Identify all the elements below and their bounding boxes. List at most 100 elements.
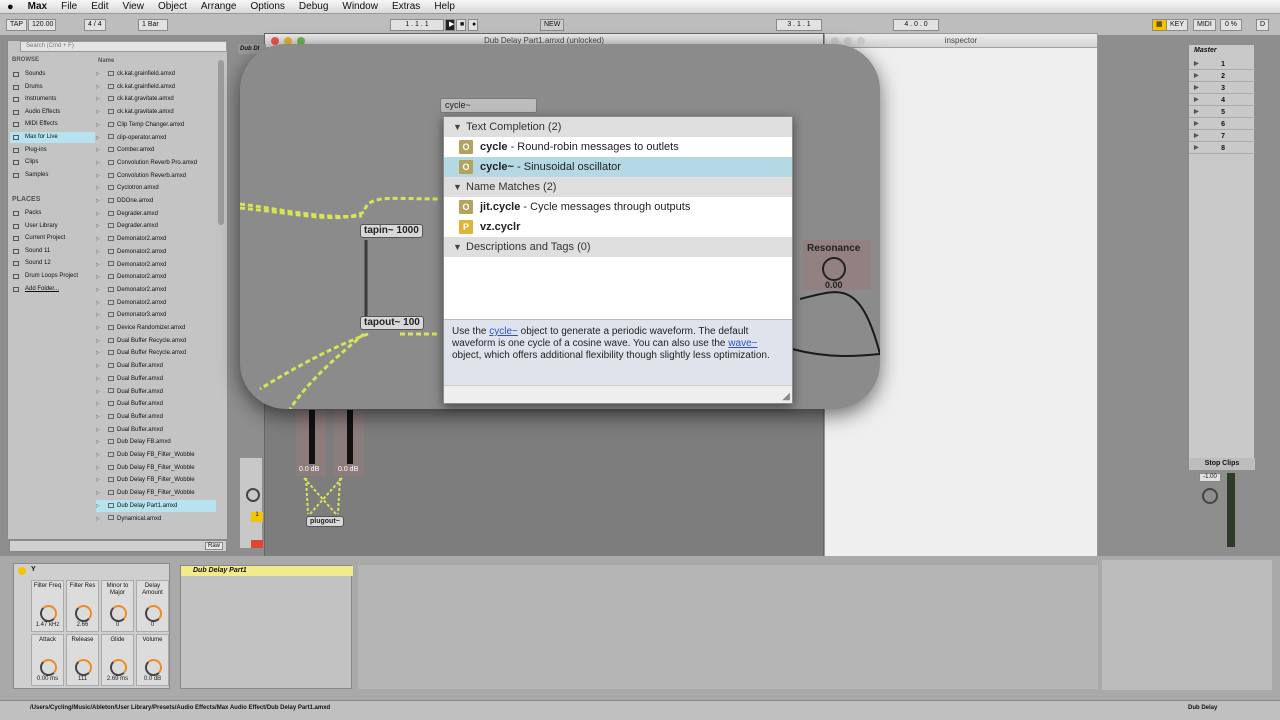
menu-extras[interactable]: Extras [385,1,427,12]
macro-knob[interactable] [110,659,127,676]
completion-cycle-tilde[interactable]: O cycle~ - Sinusoidal oscillator [444,157,792,177]
raw-button[interactable]: Raw [204,542,223,550]
stop-clips-button[interactable]: Stop Clips [1189,458,1255,470]
mixer-track-7[interactable]: 7 [1189,131,1255,142]
category-sounds[interactable]: Sounds [10,69,95,80]
browser-file-item[interactable]: Dual Buffer.amxd [96,360,216,373]
place-current-project[interactable]: Current Project [10,233,95,244]
browser-file-item[interactable]: Demonator2.amxd [96,246,216,259]
browser-file-item[interactable]: Dub Delay FB.amxd [96,436,216,449]
midi-button[interactable]: MIDI [1193,19,1216,31]
browser-file-item[interactable]: Degrader.amxd [96,220,216,233]
category-max-for-live[interactable]: Max for Live [10,132,95,143]
macro-knob[interactable] [145,605,162,622]
category-samples[interactable]: Samples [10,170,95,181]
time-signature[interactable]: 4 / 4 [84,19,106,31]
browser-file-item[interactable]: Clip Temp Changer.amxd [96,119,216,132]
section-text-completion[interactable]: Text Completion (2) [444,117,792,137]
menu-edit[interactable]: Edit [84,1,115,12]
browser-file-item[interactable]: Dynamical.amxd [96,513,216,526]
mixer-track-1[interactable]: 1 [1189,59,1255,70]
browser-file-item[interactable]: Demonator2.amxd [96,259,216,272]
browser-file-item[interactable]: ck.kat.gravitate.amxd [96,106,216,119]
mixer-track-6[interactable]: 6 [1189,119,1255,130]
mixer-track-2[interactable]: 2 [1189,71,1255,82]
master-volume-value[interactable]: -1.00 [1199,473,1221,482]
arrangement-position[interactable]: 1 . 1 . 1 [390,19,444,31]
resize-grip-icon[interactable]: ◢ [782,391,790,402]
menu-object[interactable]: Object [151,1,194,12]
browser-file-item[interactable]: Dual Buffer.amxd [96,411,216,424]
browser-file-item[interactable]: Demonator2.amxd [96,271,216,284]
browser-file-item[interactable]: DDOne.amxd [96,195,216,208]
browser-file-item[interactable]: Dub Delay FB_Filter_Wobble [96,487,216,500]
category-clips[interactable]: Clips [10,157,95,168]
place-packs[interactable]: Packs [10,208,95,219]
macro-knob[interactable] [110,605,127,622]
browser-file-item[interactable]: Dual Buffer.amxd [96,386,216,399]
section-name-matches[interactable]: Name Matches (2) [444,177,792,197]
browser-file-item[interactable]: Dub Delay FB_Filter_Wobble [96,474,216,487]
browser-file-item[interactable]: Convolution Reverb.amxd [96,170,216,183]
browser-file-item[interactable]: Convolution Reverb Pro.amxd [96,157,216,170]
macro-knob[interactable] [40,605,57,622]
place-add-folder-[interactable]: Add Folder... [10,284,95,295]
browser-file-item[interactable]: Dub Delay FB_Filter_Wobble [96,449,216,462]
key-button[interactable]: KEY [1166,19,1189,31]
menu-window[interactable]: Window [335,1,385,12]
cycle-link[interactable]: cycle~ [489,326,518,337]
loop-start[interactable]: 3 . 1 . 1 [776,19,822,31]
browser-file-item[interactable]: ck.kat.grainfield.amxd [96,81,216,94]
menu-debug[interactable]: Debug [292,1,335,12]
quantize-select[interactable]: 1 Bar [138,19,168,31]
browser-file-item[interactable]: Dual Buffer Recycle.amxd [96,347,216,360]
match-jit-cycle[interactable]: O jit.cycle - Cycle messages through out… [444,197,792,217]
menu-options[interactable]: Options [243,1,291,12]
mixer-track-4[interactable]: 4 [1189,95,1255,106]
place-sound-11[interactable]: Sound 11 [10,246,95,257]
tapin-object[interactable]: tapin~ 1000 [360,224,423,238]
match-vz-cyclr[interactable]: P vz.cyclr [444,217,792,237]
browser-file-item[interactable]: ck.kat.grainfield.amxd [96,68,216,81]
menu-view[interactable]: View [115,1,151,12]
browser-file-item[interactable]: Cyclotron.amxd [96,182,216,195]
new-object-box[interactable]: cycle~ [440,98,537,113]
category-plug-ins[interactable]: Plug-ins [10,145,95,156]
stop-button[interactable]: ■ [456,19,466,31]
menu-file[interactable]: File [54,1,84,12]
menu-arrange[interactable]: Arrange [194,1,244,12]
mixer-track-5[interactable]: 5 [1189,107,1255,118]
browser-file-item[interactable]: Dual Buffer Recycle.amxd [96,335,216,348]
strip-arm[interactable] [251,540,263,548]
browser-file-item[interactable]: Dual Buffer.amxd [96,398,216,411]
strip-knob[interactable] [246,488,260,502]
macro-knob[interactable] [75,659,92,676]
menu-help[interactable]: Help [427,1,462,12]
strip-solo[interactable]: 1 [251,512,263,522]
gain-slider-right[interactable] [347,410,353,464]
device-power-icon[interactable] [18,567,26,575]
category-audio-effects[interactable]: Audio Effects [10,107,95,118]
browser-file-item[interactable]: Demonator2.amxd [96,297,216,310]
new-button[interactable]: NEW [540,19,565,31]
macro-knob[interactable] [75,605,92,622]
place-sound-12[interactable]: Sound 12 [10,258,95,269]
browser-file-item[interactable]: ck.kat.gravitate.amxd [96,93,216,106]
category-drums[interactable]: Drums [10,82,95,93]
place-user-library[interactable]: User Library [10,221,95,232]
loop-length[interactable]: 4 . 0 . 0 [893,19,939,31]
browser-file-item[interactable]: Demonator3.amxd [96,309,216,322]
category-midi-effects[interactable]: MIDI Effects [10,119,95,130]
wave-link[interactable]: wave~ [728,338,757,349]
browser-file-item[interactable]: Dual Buffer.amxd [96,424,216,437]
browser-scrollbar[interactable] [218,60,224,225]
place-drum-loops-project[interactable]: Drum Loops Project [10,271,95,282]
master-pan-knob[interactable] [1202,488,1218,504]
browser-file-item[interactable]: Degrader.amxd [96,208,216,221]
browser-file-item[interactable]: clip-operator.amxd [96,132,216,145]
browser-file-item[interactable]: Demonator2.amxd [96,233,216,246]
play-button[interactable]: ▶ [445,19,455,31]
apple-menu-icon[interactable]: ● [0,1,21,13]
browser-file-item[interactable]: Dub Delay Part1.amxd [96,499,216,513]
menu-app[interactable]: Max [21,1,54,12]
